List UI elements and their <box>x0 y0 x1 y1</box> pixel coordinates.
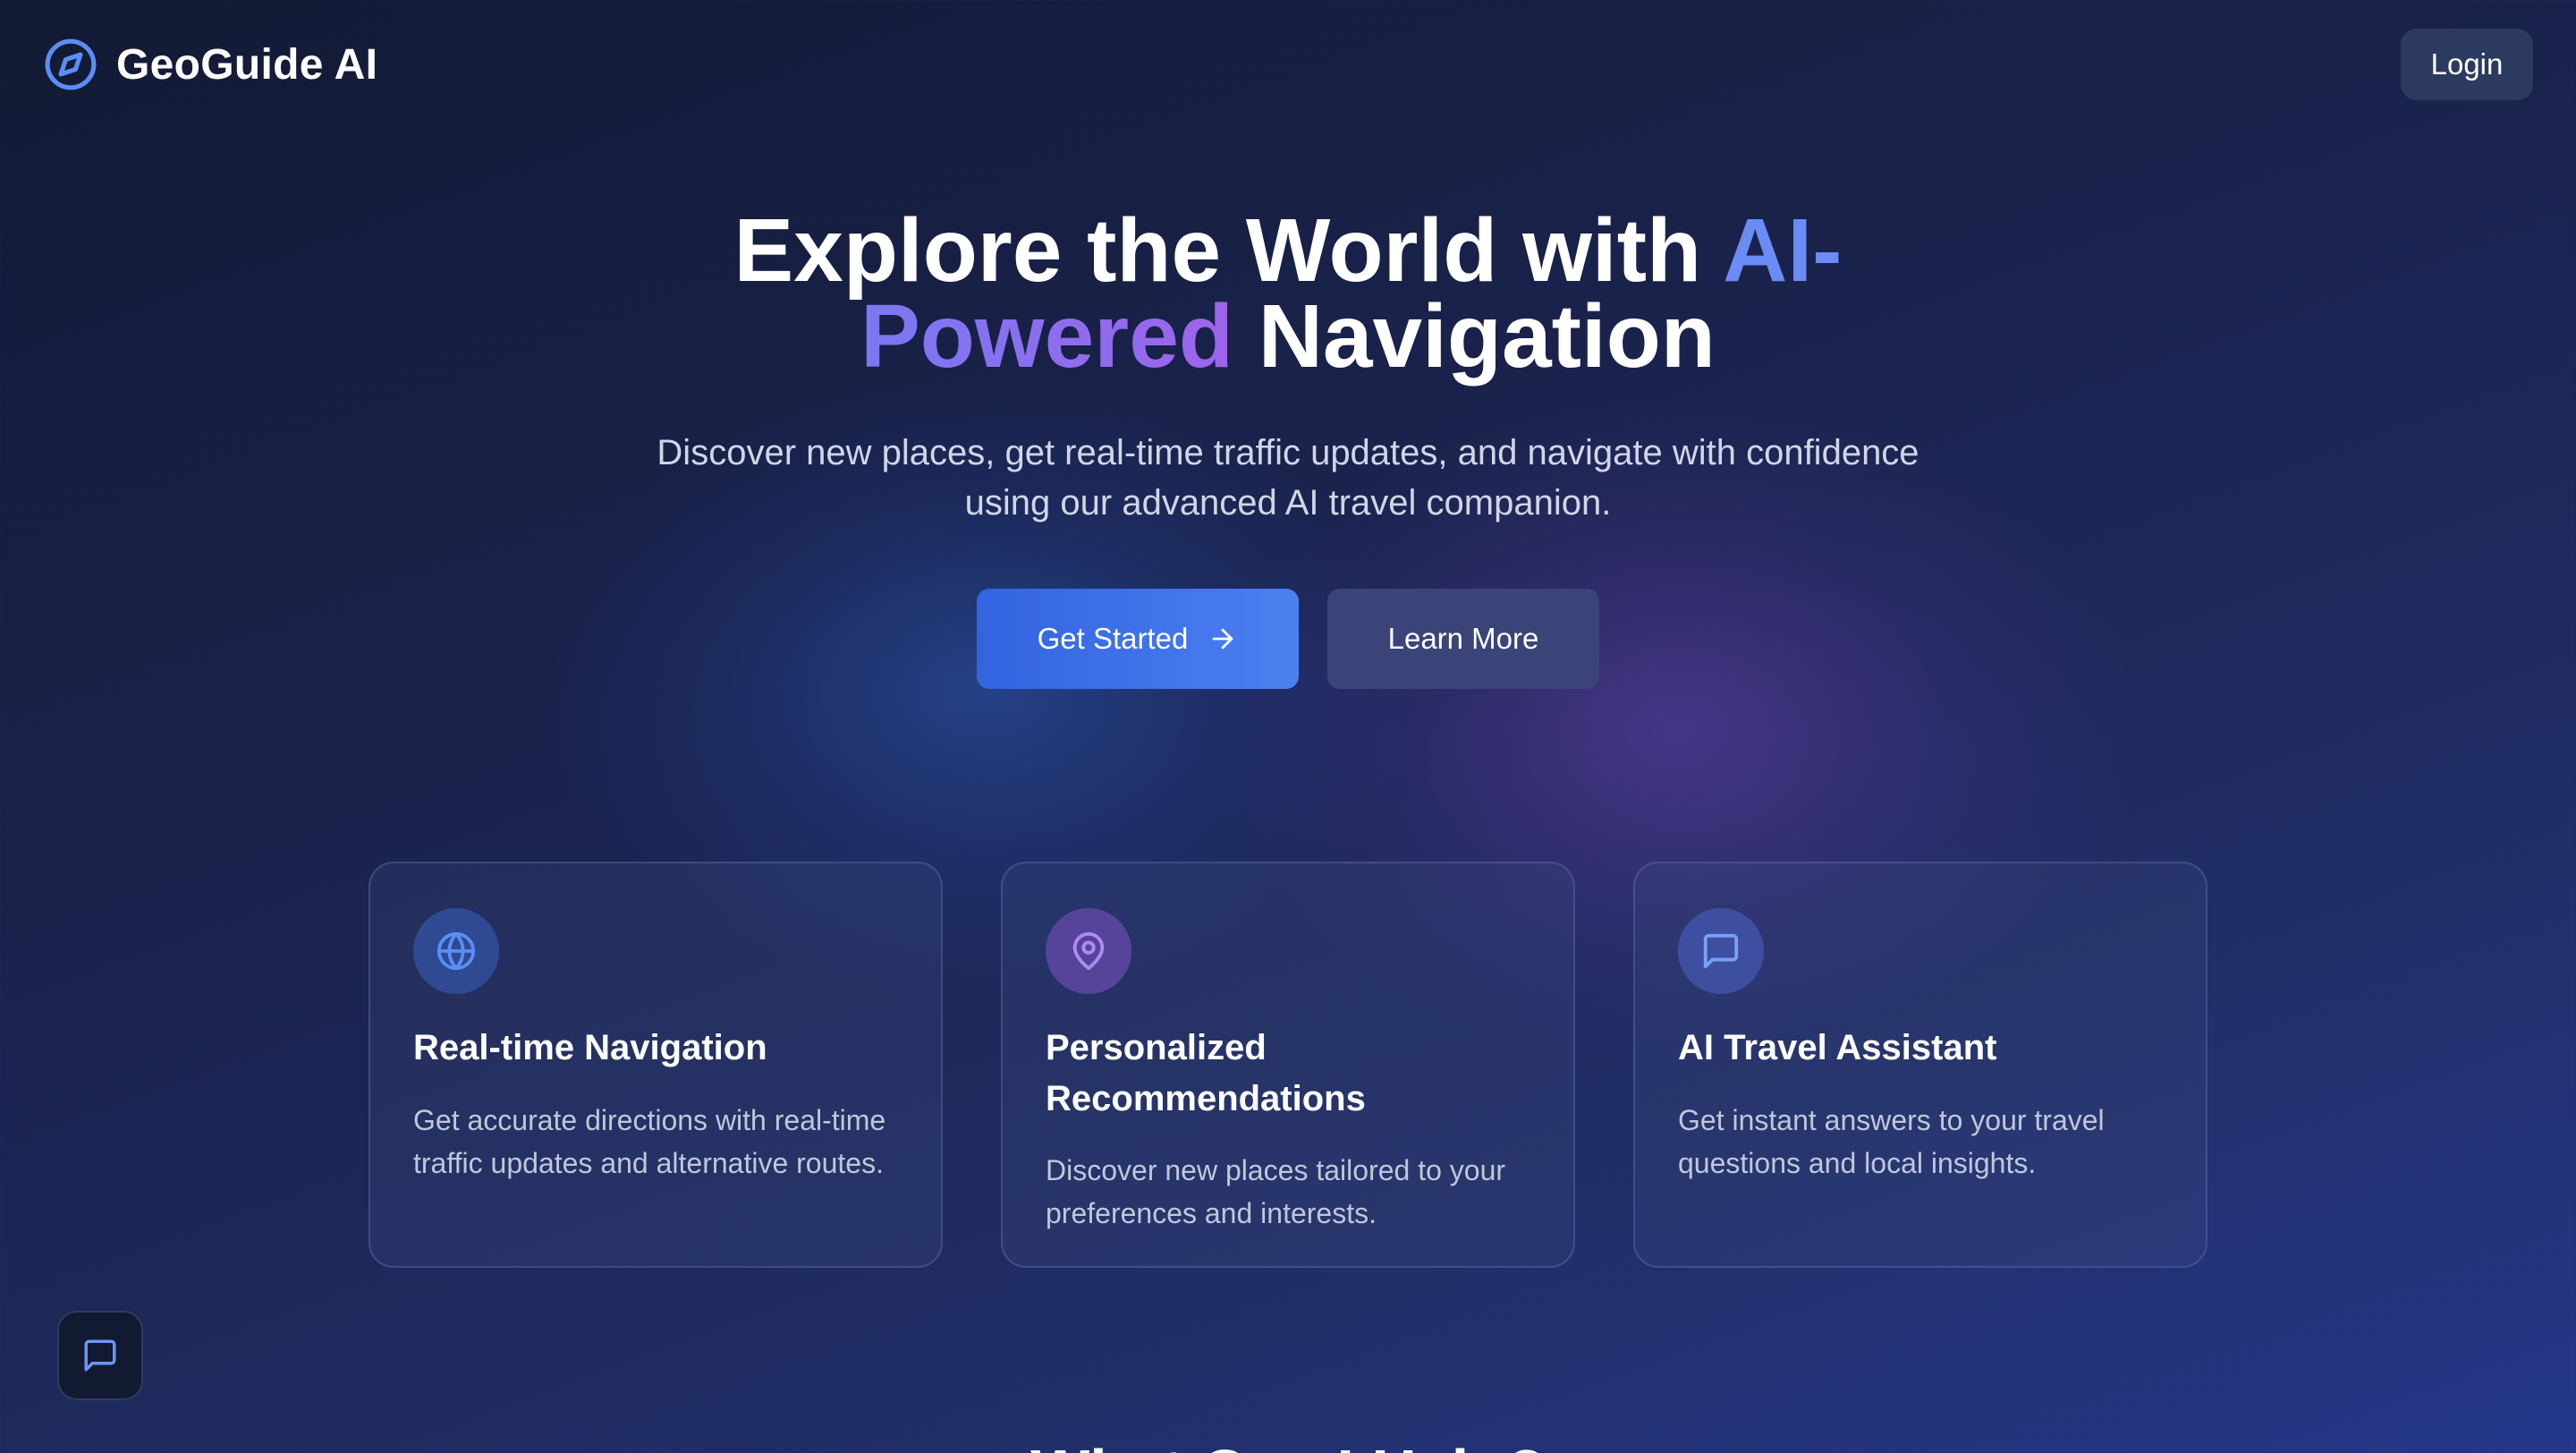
feature-description: Discover new places tailored to your pre… <box>1046 1154 1506 1229</box>
feature-card-assistant[interactable]: AI Travel Assistant Get instant answers … <box>1633 862 2207 1268</box>
hero-subtitle-line2: using our advanced AI travel companion. <box>964 483 1612 523</box>
feature-card-navigation[interactable]: Real-time Navigation Get accurate direct… <box>369 862 943 1268</box>
feature-icon-badge <box>413 908 499 994</box>
hero-title-part2: Navigation <box>1233 286 1716 387</box>
feature-icon-badge <box>1046 908 1131 994</box>
compass-icon <box>45 38 97 90</box>
chat-bubble-icon <box>1703 933 1739 969</box>
arrow-right-icon <box>1213 628 1233 650</box>
learn-more-button[interactable]: Learn More <box>1327 589 1599 689</box>
feature-title: AI Travel Assistant <box>1678 1028 1997 1067</box>
get-started-button[interactable]: Get Started <box>977 589 1299 689</box>
get-started-label: Get Started <box>1037 622 1189 655</box>
feature-icon-badge <box>1678 908 1764 994</box>
hero-subtitle: Discover new places, get real-time traff… <box>555 428 2021 528</box>
feature-description: Get accurate directions with real-time t… <box>413 1104 886 1179</box>
feature-title: Real-time Navigation <box>413 1028 767 1067</box>
chat-assistant-button[interactable] <box>57 1311 143 1400</box>
globe-icon <box>436 931 476 971</box>
chat-bubble-icon <box>84 1339 116 1372</box>
hero-title-accent-ai: AI- <box>1723 200 1843 301</box>
hero-subtitle-line1: Discover new places, get real-time traff… <box>657 433 1919 472</box>
feature-description: Get instant answers to your travel quest… <box>1678 1104 2105 1179</box>
feature-card-recommendations[interactable]: Personalized Recommendations Discover ne… <box>1001 862 1575 1268</box>
next-section-heading: What Can I Help? <box>0 1432 2576 1453</box>
map-pin-icon <box>1072 932 1105 971</box>
brand-logo[interactable]: GeoGuide AI <box>43 36 377 93</box>
brand-name: GeoGuide AI <box>116 40 378 89</box>
hero-title: Explore the World with AI- Powered Naviga… <box>0 206 2576 381</box>
hero-title-accent-powered: Powered <box>860 286 1233 387</box>
login-button[interactable]: Login <box>2401 29 2533 100</box>
top-navbar: GeoGuide AI Login <box>0 0 2576 129</box>
feature-title: Personalized Recommendations <box>1046 1028 1366 1118</box>
